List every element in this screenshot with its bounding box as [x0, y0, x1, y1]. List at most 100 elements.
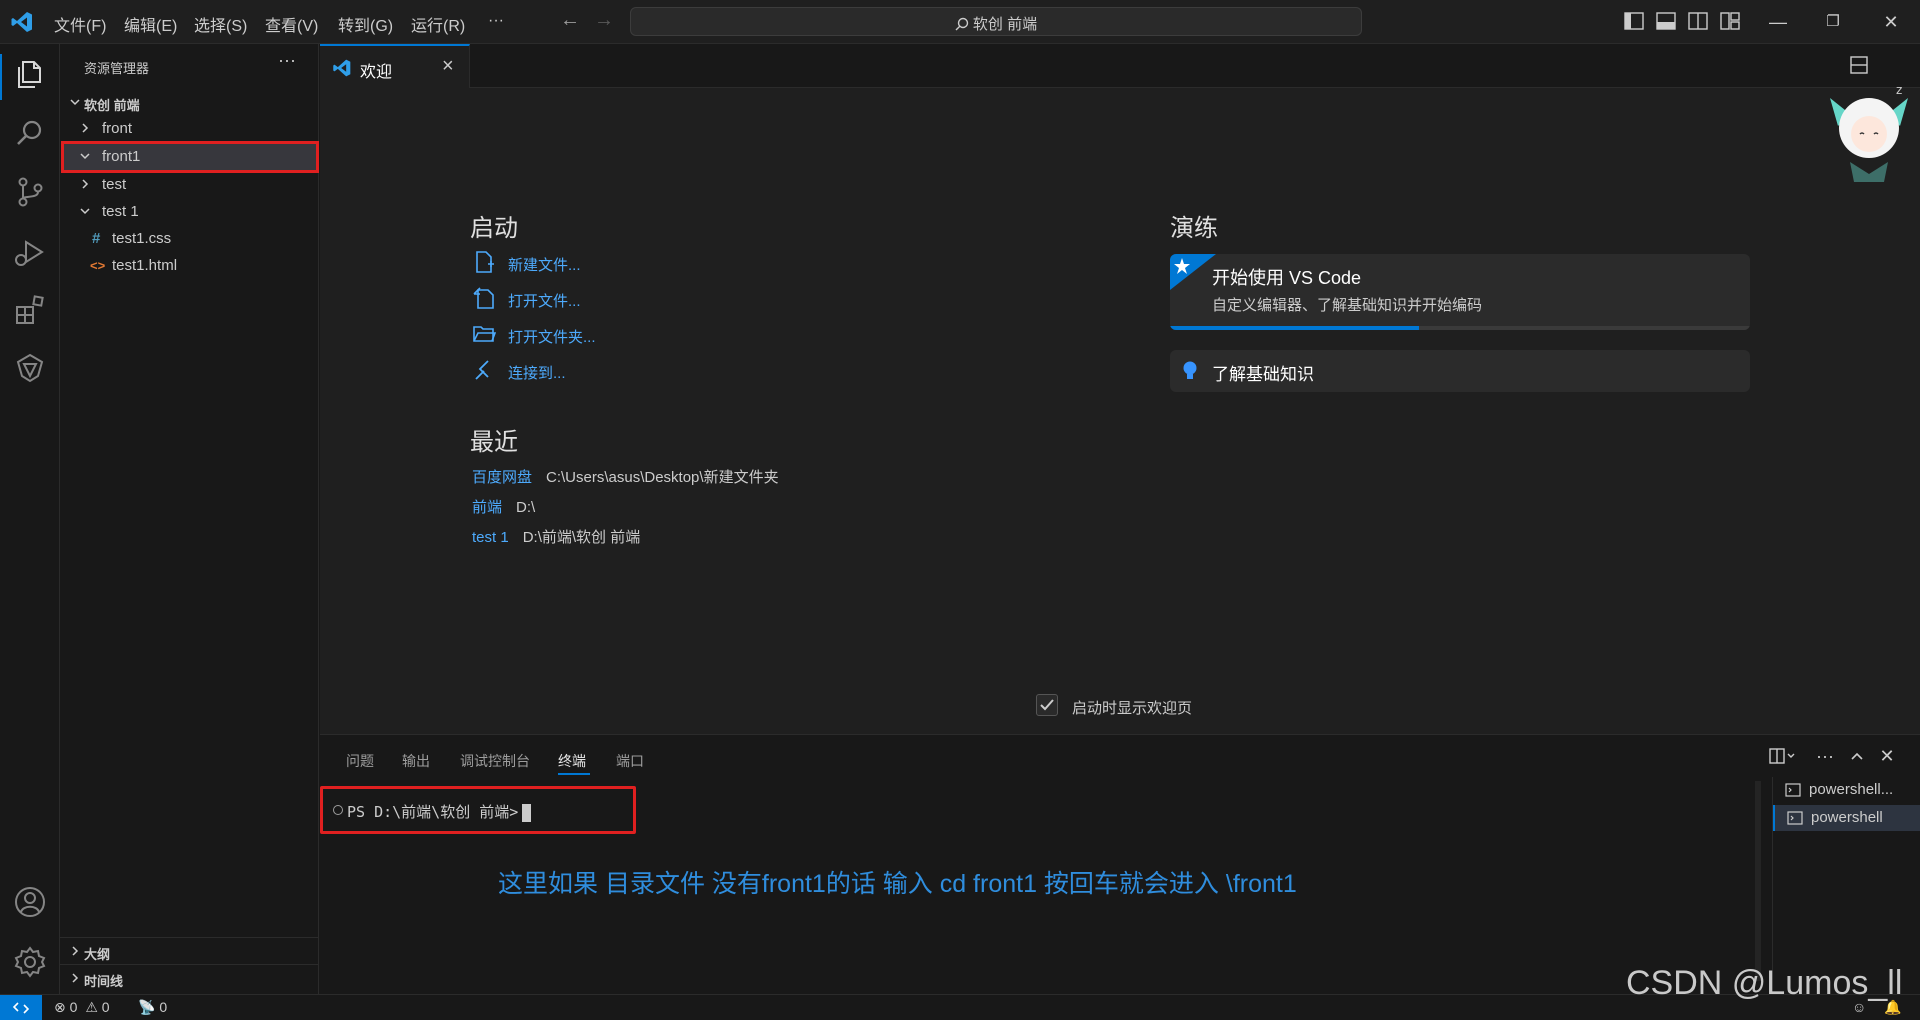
recent-path: D:\前端\软创 前端	[522, 529, 641, 546]
terminal-prompt: PS D:\前端\软创 前端>	[347, 803, 519, 821]
recent-name[interactable]: 百度网盘	[472, 469, 532, 486]
timeline-section[interactable]: 时间线	[60, 964, 319, 990]
walkthrough-title: 开始使用 VS Code	[1212, 268, 1362, 288]
editor-tab-bar: 欢迎 ×	[320, 44, 1920, 88]
panel-more-button[interactable]: ···	[1814, 745, 1836, 767]
account-icon[interactable]	[12, 884, 48, 920]
open-folder-label: 打开文件夹...	[508, 329, 596, 346]
recent-item[interactable]: 百度网盘 C:\Users\asus\Desktop\新建文件夹	[472, 466, 779, 488]
tab-close-button[interactable]: ×	[442, 55, 454, 78]
warning-count: 0	[101, 999, 110, 1015]
run-debug-icon[interactable]	[12, 234, 48, 270]
chevron-right-icon	[82, 123, 89, 133]
chevron-right-icon	[72, 973, 79, 983]
recent-name[interactable]: test 1	[472, 529, 509, 546]
menu-selection[interactable]: 选择(S)	[194, 12, 247, 36]
menu-edit[interactable]: 编辑(E)	[124, 12, 177, 36]
tab-welcome[interactable]: 欢迎 ×	[320, 44, 470, 88]
tab-debug-console[interactable]: 调试控制台	[460, 751, 530, 771]
terminal-cursor	[522, 803, 532, 822]
walkthrough-card[interactable]: 开始使用 VS Code 自定义编辑器、了解基础知识并开始编码	[1170, 254, 1750, 330]
terminal-prompt-line[interactable]: PS D:\前端\软创 前端>	[347, 801, 532, 822]
checkmark-icon	[1040, 699, 1054, 711]
file-test1-html[interactable]: <> test1.html	[62, 253, 318, 279]
folder-test-1[interactable]: test 1	[62, 199, 318, 225]
open-file-icon	[473, 287, 494, 309]
lightbulb-icon	[1183, 361, 1197, 379]
close-window-button[interactable]: ✕	[1876, 8, 1906, 36]
tab-output[interactable]: 输出	[402, 751, 430, 771]
folder-label: front	[102, 120, 133, 137]
recent-item[interactable]: test 1 D:\前端\软创 前端	[472, 526, 640, 548]
folder-test[interactable]: test	[62, 172, 318, 198]
terminal-instance[interactable]: powershell...	[1773, 777, 1920, 803]
source-control-icon[interactable]	[12, 174, 48, 210]
menu-run[interactable]: 运行(R)	[411, 12, 465, 36]
active-tab-underline	[558, 773, 590, 775]
toggle-secondary-sidebar-icon[interactable]	[1688, 12, 1708, 30]
error-icon: ⊗	[54, 999, 66, 1015]
explorer-icon[interactable]	[12, 56, 48, 92]
split-terminal-icon[interactable]	[1768, 745, 1798, 767]
error-count: 0	[69, 999, 78, 1015]
chevron-right-icon	[72, 946, 79, 956]
folder-label: front1	[102, 148, 141, 165]
outline-section[interactable]: 大纲	[60, 937, 319, 963]
vscode-logo-icon	[333, 59, 351, 77]
file-label: test1.css	[112, 230, 172, 247]
terminal-prompt-highlight[interactable]: PS D:\前端\软创 前端>	[320, 786, 636, 834]
menu-view[interactable]: 查看(V)	[265, 12, 318, 36]
remote-button[interactable]	[0, 995, 42, 1020]
terminal-scrollbar[interactable]	[1755, 781, 1761, 981]
file-test1-css[interactable]: # test1.css	[62, 226, 318, 252]
recent-item[interactable]: 前端 D:\	[472, 496, 535, 518]
welcome-page: 启动 新建文件... 打开文件... 打开文件夹... 连接到... 最近 百度…	[320, 83, 1920, 734]
chevron-down-icon	[80, 153, 90, 160]
tab-problems[interactable]: 问题	[346, 751, 374, 771]
learn-basics-card[interactable]: 了解基础知识	[1170, 350, 1750, 392]
recent-name[interactable]: 前端	[472, 499, 502, 516]
workspace-root[interactable]: 软创 前端	[62, 90, 318, 116]
search-icon[interactable]	[12, 116, 48, 152]
remote-icon	[12, 1002, 30, 1014]
start-heading: 启动	[470, 215, 518, 242]
toggle-primary-sidebar-icon[interactable]	[1624, 12, 1644, 30]
terminal-status-dot	[333, 805, 343, 815]
explorer-more-button[interactable]: ···	[278, 50, 296, 71]
title-bar: 文件(F) 编辑(E) 选择(S) 查看(V) 转到(G) 运行(R) ··· …	[0, 0, 1920, 44]
terminal-name: powershell	[1811, 809, 1883, 826]
toggle-panel-icon[interactable]	[1656, 12, 1676, 30]
restore-button[interactable]: ❐	[1818, 8, 1848, 36]
menu-go[interactable]: 转到(G)	[338, 12, 393, 36]
tab-ports[interactable]: 端口	[616, 751, 644, 771]
menu-more[interactable]: ···	[488, 12, 504, 30]
tab-terminal[interactable]: 终端	[558, 751, 586, 771]
tab-label: 欢迎	[360, 64, 393, 81]
recent-heading: 最近	[470, 429, 518, 456]
command-center-text: 软创 前端	[972, 16, 1038, 33]
show-on-startup-checkbox[interactable]	[1036, 694, 1058, 716]
settings-gear-icon[interactable]	[12, 944, 48, 980]
forward-arrow-icon[interactable]: →	[594, 9, 614, 32]
featured-star-icon	[1170, 254, 1216, 290]
menu-file[interactable]: 文件(F)	[54, 12, 106, 36]
customize-layout-icon[interactable]	[1720, 12, 1740, 30]
split-editor-icon[interactable]	[1850, 56, 1868, 74]
explorer-sidebar: 资源管理器 ··· 软创 前端 front front1 test test 1…	[60, 44, 319, 994]
terminal-name: powershell...	[1809, 781, 1894, 798]
extensions-icon[interactable]	[12, 292, 48, 328]
maximize-panel-icon[interactable]	[1846, 745, 1868, 767]
close-panel-button[interactable]: ✕	[1876, 745, 1898, 767]
extension-view-icon[interactable]	[12, 350, 48, 386]
ports-indicator[interactable]: 📡 0	[138, 999, 167, 1016]
back-arrow-icon[interactable]: ←	[560, 9, 580, 32]
new-file-icon	[476, 251, 494, 273]
folder-front1[interactable]: front1	[61, 141, 319, 173]
folder-front[interactable]: front	[62, 116, 318, 142]
file-label: test1.html	[112, 257, 178, 274]
problems-indicator[interactable]: ⊗ 0 ⚠ 0	[54, 999, 110, 1016]
command-center-search[interactable]: 软创 前端	[630, 7, 1362, 36]
vscode-logo-icon	[11, 12, 32, 32]
terminal-instance-active[interactable]: powershell	[1773, 805, 1920, 831]
minimize-button[interactable]: —	[1763, 8, 1793, 36]
